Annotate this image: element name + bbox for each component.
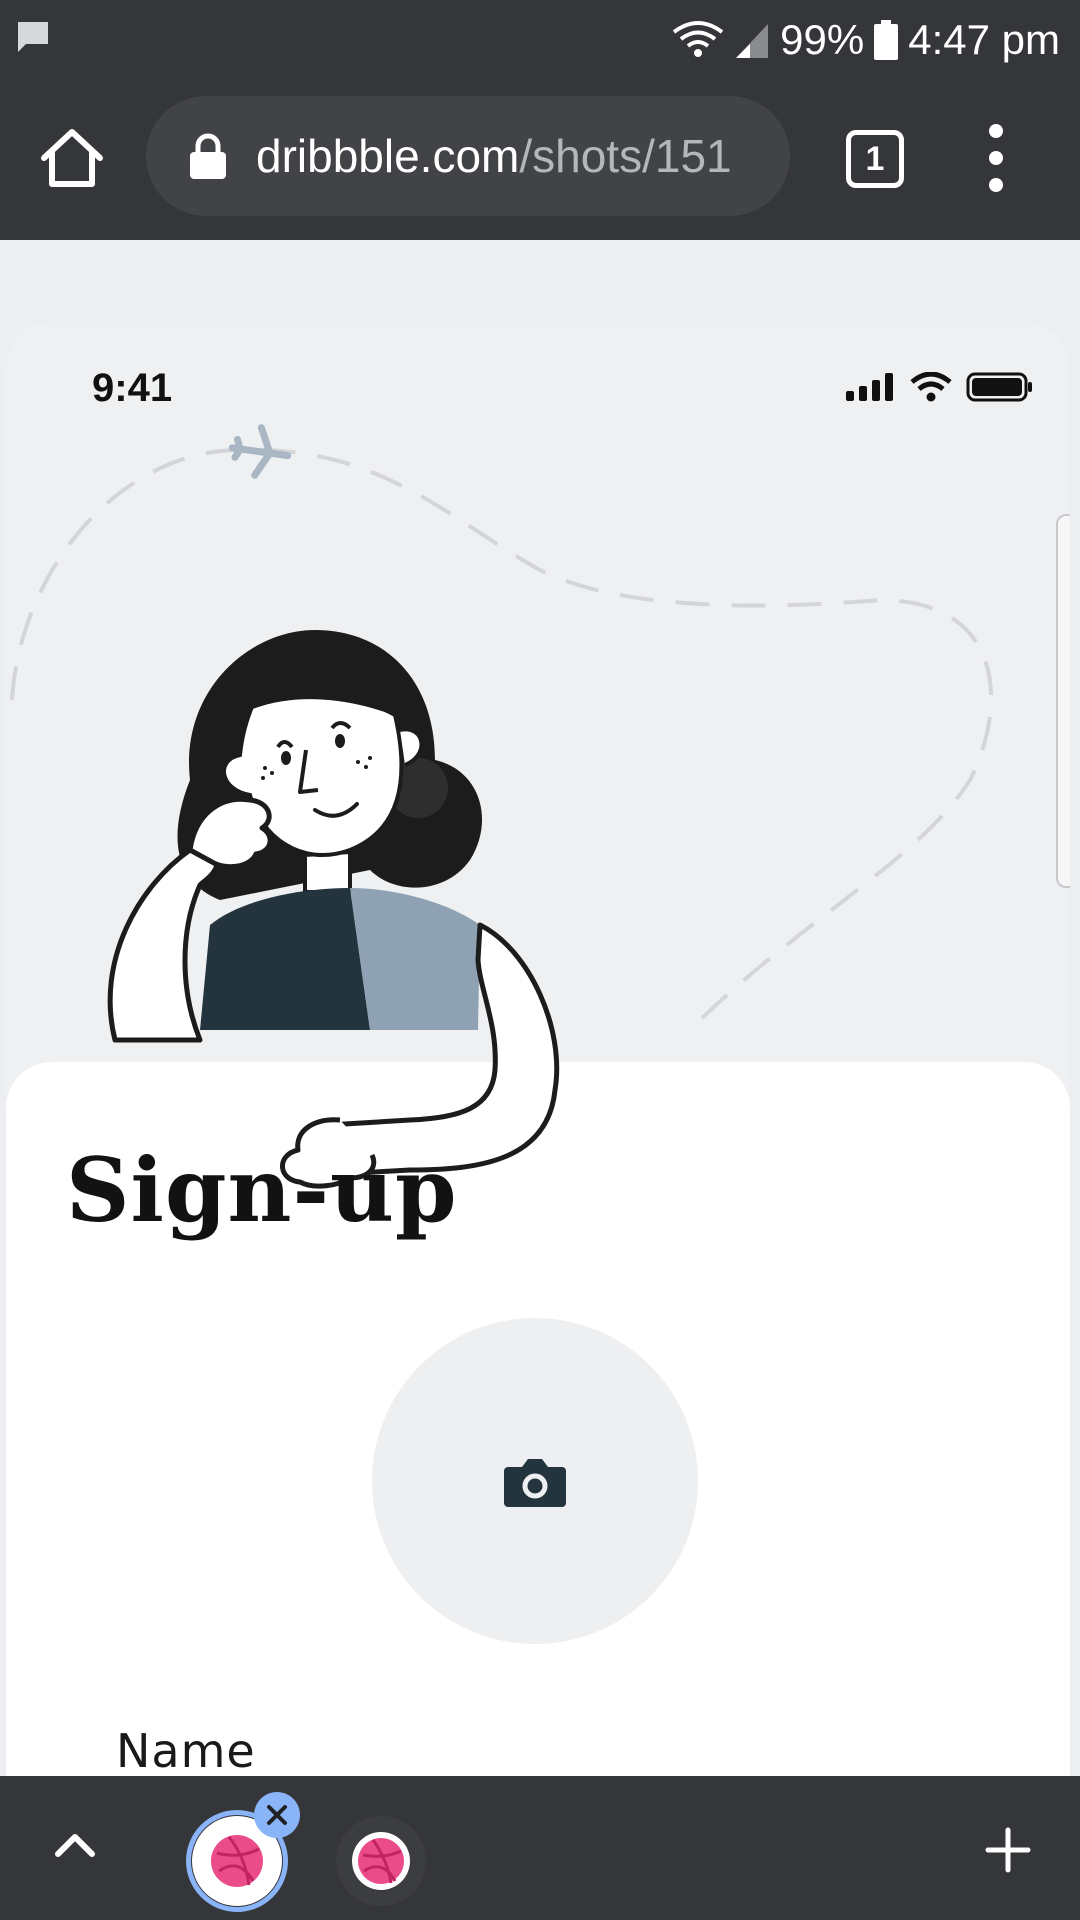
home-icon[interactable] (36, 122, 108, 194)
message-notification-icon (18, 22, 48, 52)
camera-icon (504, 1459, 566, 1507)
menu-dot (989, 124, 1003, 138)
bottom-tab-strip (0, 1776, 1080, 1920)
status-icons: 99% 4:47 pm (672, 10, 1060, 70)
dribbble-icon (352, 1832, 410, 1890)
tab-dribbble[interactable] (336, 1816, 426, 1906)
profile-photo-picker[interactable] (372, 1318, 698, 1644)
name-field-label: Name (116, 1724, 256, 1776)
airplane-icon (228, 424, 292, 479)
close-tab-button[interactable] (254, 1792, 300, 1838)
chevron-up-icon[interactable] (50, 1820, 100, 1870)
tab-switcher-button[interactable]: 1 (846, 130, 904, 188)
clock: 4:47 pm (908, 16, 1060, 63)
url-path: /shots/151 (519, 130, 732, 182)
url-domain: dribbble.com (256, 130, 520, 182)
more-menu-button[interactable] (976, 124, 1016, 192)
battery-percent: 99% (780, 16, 865, 63)
wifi-icon (672, 21, 724, 57)
browser-toolbar: dribbble.com/shots/151 1 (0, 78, 1080, 240)
address-bar[interactable]: dribbble.com/shots/151 (146, 96, 790, 216)
lock-icon (190, 133, 226, 179)
cell-signal-icon (736, 24, 769, 58)
woman-arm-illustration (280, 922, 560, 1189)
plus-icon[interactable] (984, 1826, 1032, 1874)
battery-icon (874, 20, 899, 60)
page-title: Sign-up (66, 1138, 458, 1242)
dribbble-icon (211, 1835, 263, 1887)
tab-count: 1 (865, 139, 885, 178)
menu-dot (989, 151, 1003, 165)
menu-dot (989, 178, 1003, 192)
web-content[interactable]: 9:41 Sign-up Name (0, 240, 1080, 1776)
close-icon (267, 1805, 287, 1825)
android-status-bar: 99% 4:47 pm (0, 0, 1080, 78)
url-text: dribbble.com/shots/151 (256, 129, 732, 183)
